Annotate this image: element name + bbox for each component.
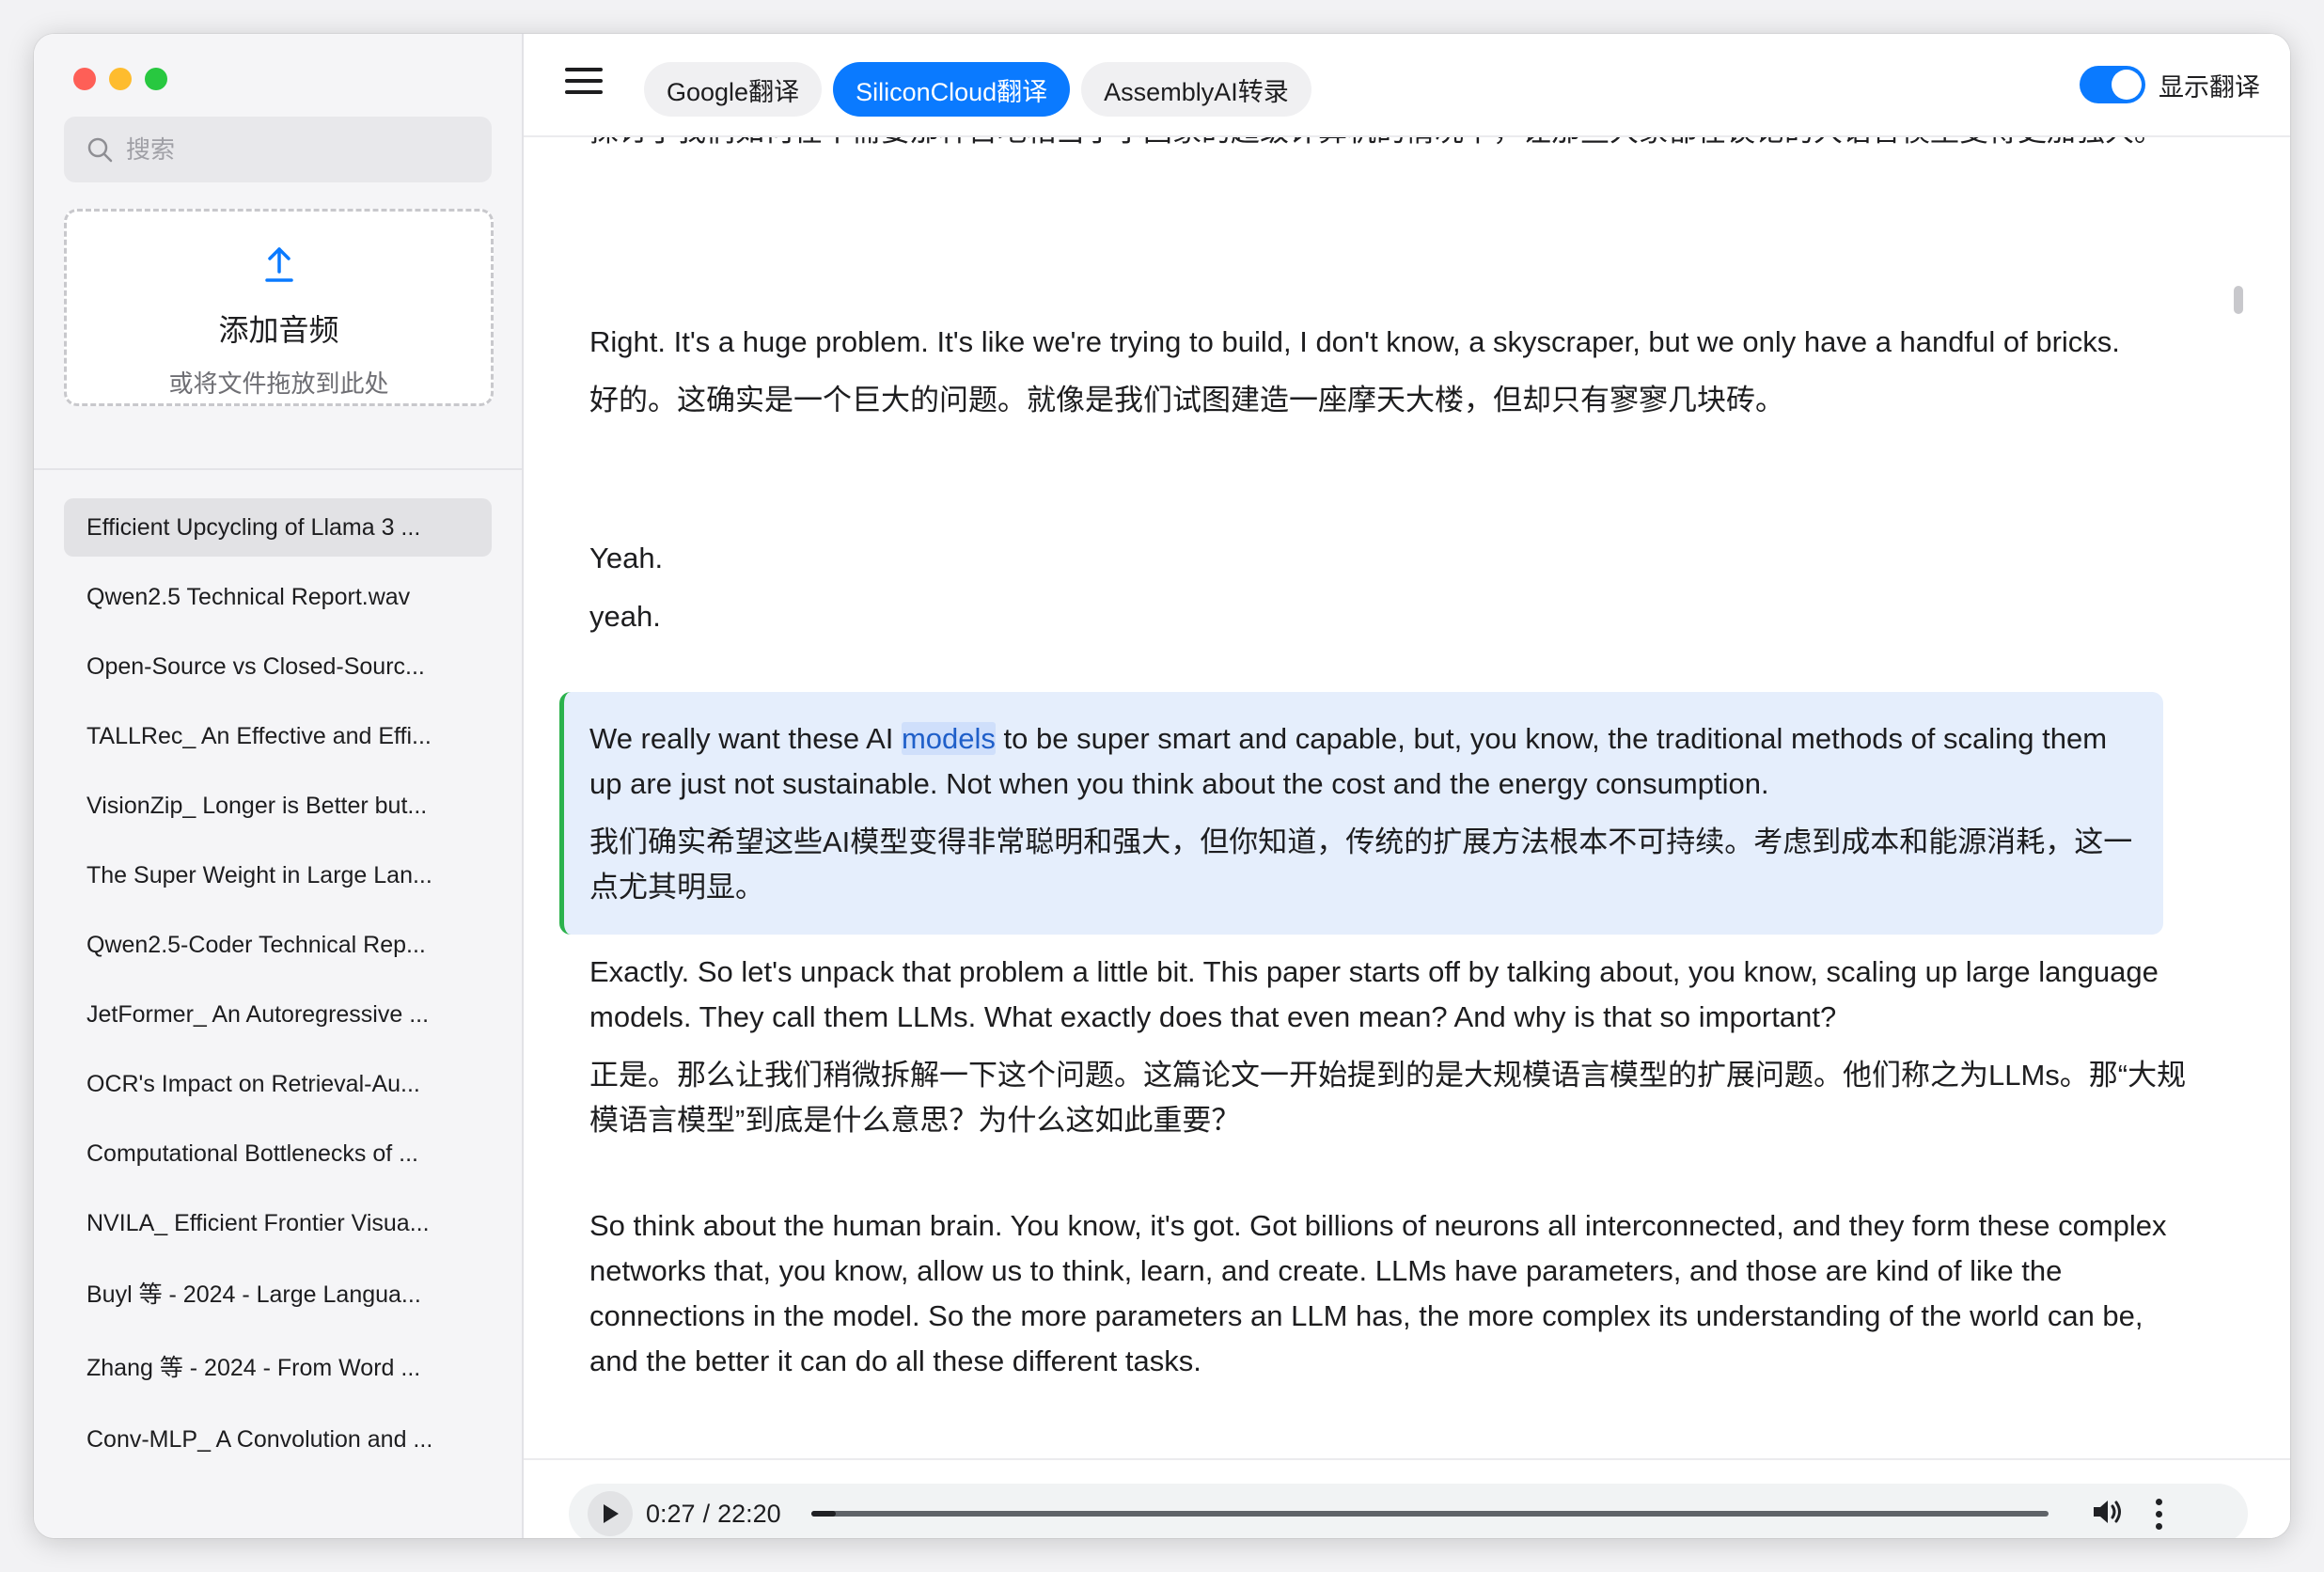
file-list-item[interactable]: The Super Weight in Large Lan... bbox=[64, 846, 492, 904]
file-list-item[interactable]: Qwen2.5-Coder Technical Rep... bbox=[64, 916, 492, 974]
file-list-item[interactable]: NVILA_ Efficient Frontier Visua... bbox=[64, 1194, 492, 1252]
time-display: 0:27/22:20 bbox=[646, 1499, 781, 1528]
toolbar: Google翻译 SiliconCloud翻译 AssemblyAI转录 显示翻… bbox=[524, 34, 2290, 137]
zoom-window-button[interactable] bbox=[145, 68, 167, 90]
duration: 22:20 bbox=[717, 1499, 781, 1528]
segment-translation: 正是。那么让我们稍微拆解一下这个问题。这篇论文一开始提到的是大规模语言模型的扩展… bbox=[589, 1059, 2187, 1137]
segment-original: Right. It's a huge problem. It's like we… bbox=[589, 325, 2120, 358]
play-icon bbox=[604, 1504, 619, 1523]
window-controls bbox=[73, 68, 167, 90]
segment-translation: yeah. bbox=[589, 600, 661, 633]
tab-google-translate[interactable]: Google翻译 bbox=[644, 62, 823, 117]
search-box[interactable] bbox=[64, 117, 492, 182]
show-translation-label: 显示翻译 bbox=[2159, 72, 2260, 102]
upload-dropzone[interactable]: 添加音频 或将文件拖放到此处 bbox=[64, 209, 494, 406]
upload-title: 添加音频 bbox=[218, 313, 339, 347]
tab-siliconcloud-translate[interactable]: SiliconCloud翻译 bbox=[833, 62, 1071, 117]
main-panel: Google翻译 SiliconCloud翻译 AssemblyAI转录 显示翻… bbox=[524, 34, 2290, 1538]
file-list-item[interactable]: Zhang 等 - 2024 - From Word ... bbox=[64, 1337, 492, 1395]
upload-icon bbox=[67, 245, 491, 288]
current-word-highlight[interactable]: models bbox=[901, 722, 996, 755]
app-window: 添加音频 或将文件拖放到此处 Efficient Upcycling of Ll… bbox=[34, 34, 2290, 1538]
tab-assemblyai-transcribe[interactable]: AssemblyAI转录 bbox=[1081, 62, 1311, 117]
transcript-segment[interactable]: Exactly. So let's unpack that problem a … bbox=[559, 950, 2223, 1143]
file-list-item[interactable]: Efficient Upcycling of Llama 3 ... bbox=[64, 498, 492, 557]
seek-progress bbox=[810, 1511, 837, 1517]
volume-icon[interactable] bbox=[2092, 1498, 2124, 1531]
transcript-segment[interactable]: 探讨了我们如何在不需要那种占地相当于小国家的超级计算机的情况下，让那些大家都在谈… bbox=[559, 137, 2223, 209]
current-time: 0:27 bbox=[646, 1499, 696, 1528]
search-input[interactable] bbox=[124, 134, 466, 165]
file-list: Efficient Upcycling of Llama 3 ... Qwen2.… bbox=[64, 498, 492, 1484]
file-list-item[interactable]: Qwen2.5 Technical Report.wav bbox=[64, 568, 492, 626]
segment-original: Yeah. bbox=[589, 542, 664, 574]
show-translation-toggle[interactable] bbox=[2080, 66, 2145, 103]
transcript-view[interactable]: 探讨了我们如何在不需要那种占地相当于小国家的超级计算机的情况下，让那些大家都在谈… bbox=[524, 137, 2290, 1458]
file-list-item[interactable]: OCR's Impact on Retrieval-Au... bbox=[64, 1055, 492, 1113]
sidebar: 添加音频 或将文件拖放到此处 Efficient Upcycling of Ll… bbox=[34, 34, 524, 1538]
sidebar-divider bbox=[34, 468, 522, 470]
segment-original: Exactly. So let's unpack that problem a … bbox=[589, 955, 2159, 1033]
scrollbar-thumb[interactable] bbox=[2234, 286, 2243, 314]
segment-translation: 好的。这确实是一个巨大的问题。就像是我们试图建造一座摩天大楼，但却只有寥寥几块砖… bbox=[589, 384, 1784, 417]
play-button[interactable] bbox=[588, 1491, 633, 1536]
menu-icon[interactable] bbox=[565, 68, 603, 98]
upload-subtitle: 或将文件拖放到此处 bbox=[168, 369, 389, 398]
file-list-item[interactable]: JetFormer_ An Autoregressive ... bbox=[64, 985, 492, 1044]
search-icon bbox=[87, 137, 113, 163]
transcript-segment[interactable]: Yeah. yeah. bbox=[559, 536, 2223, 639]
minimize-window-button[interactable] bbox=[109, 68, 132, 90]
file-list-item[interactable]: Open-Source vs Closed-Sourc... bbox=[64, 637, 492, 696]
segment-original: So think about the human brain. You know… bbox=[589, 1209, 2167, 1377]
service-tabs: Google翻译 SiliconCloud翻译 AssemblyAI转录 bbox=[644, 62, 1311, 117]
file-list-item[interactable]: Computational Bottlenecks of ... bbox=[64, 1124, 492, 1183]
file-list-item[interactable]: Buyl 等 - 2024 - Large Langua... bbox=[64, 1264, 492, 1322]
segment-original: We really want these AI models to be sup… bbox=[589, 722, 2108, 800]
active-transcript-segment[interactable]: We really want these AI models to be sup… bbox=[559, 692, 2163, 935]
show-translation-control: 显示翻译 bbox=[2080, 66, 2260, 103]
file-list-item[interactable]: TALLRec_ An Effective and Effi... bbox=[64, 707, 492, 765]
transcript-segment[interactable]: So think about the human brain. You know… bbox=[559, 1203, 2223, 1384]
file-list-item[interactable]: VisionZip_ Longer is Better but... bbox=[64, 777, 492, 835]
segment-translation: 我们确实希望这些AI模型变得非常聪明和强大，但你知道，传统的扩展方法根本不可持续… bbox=[589, 825, 2133, 904]
segment-translation: 探讨了我们如何在不需要那种占地相当于小国家的超级计算机的情况下，让那些大家都在谈… bbox=[589, 137, 2193, 154]
more-options-icon[interactable] bbox=[2155, 1498, 2163, 1530]
close-window-button[interactable] bbox=[73, 68, 96, 90]
file-list-item[interactable]: Conv-MLP_ A Convolution and ... bbox=[64, 1410, 492, 1469]
audio-player: 0:27/22:20 bbox=[569, 1484, 2248, 1538]
transcript-segment[interactable]: Right. It's a huge problem. It's like we… bbox=[559, 320, 2223, 423]
seek-bar[interactable] bbox=[810, 1511, 2049, 1517]
